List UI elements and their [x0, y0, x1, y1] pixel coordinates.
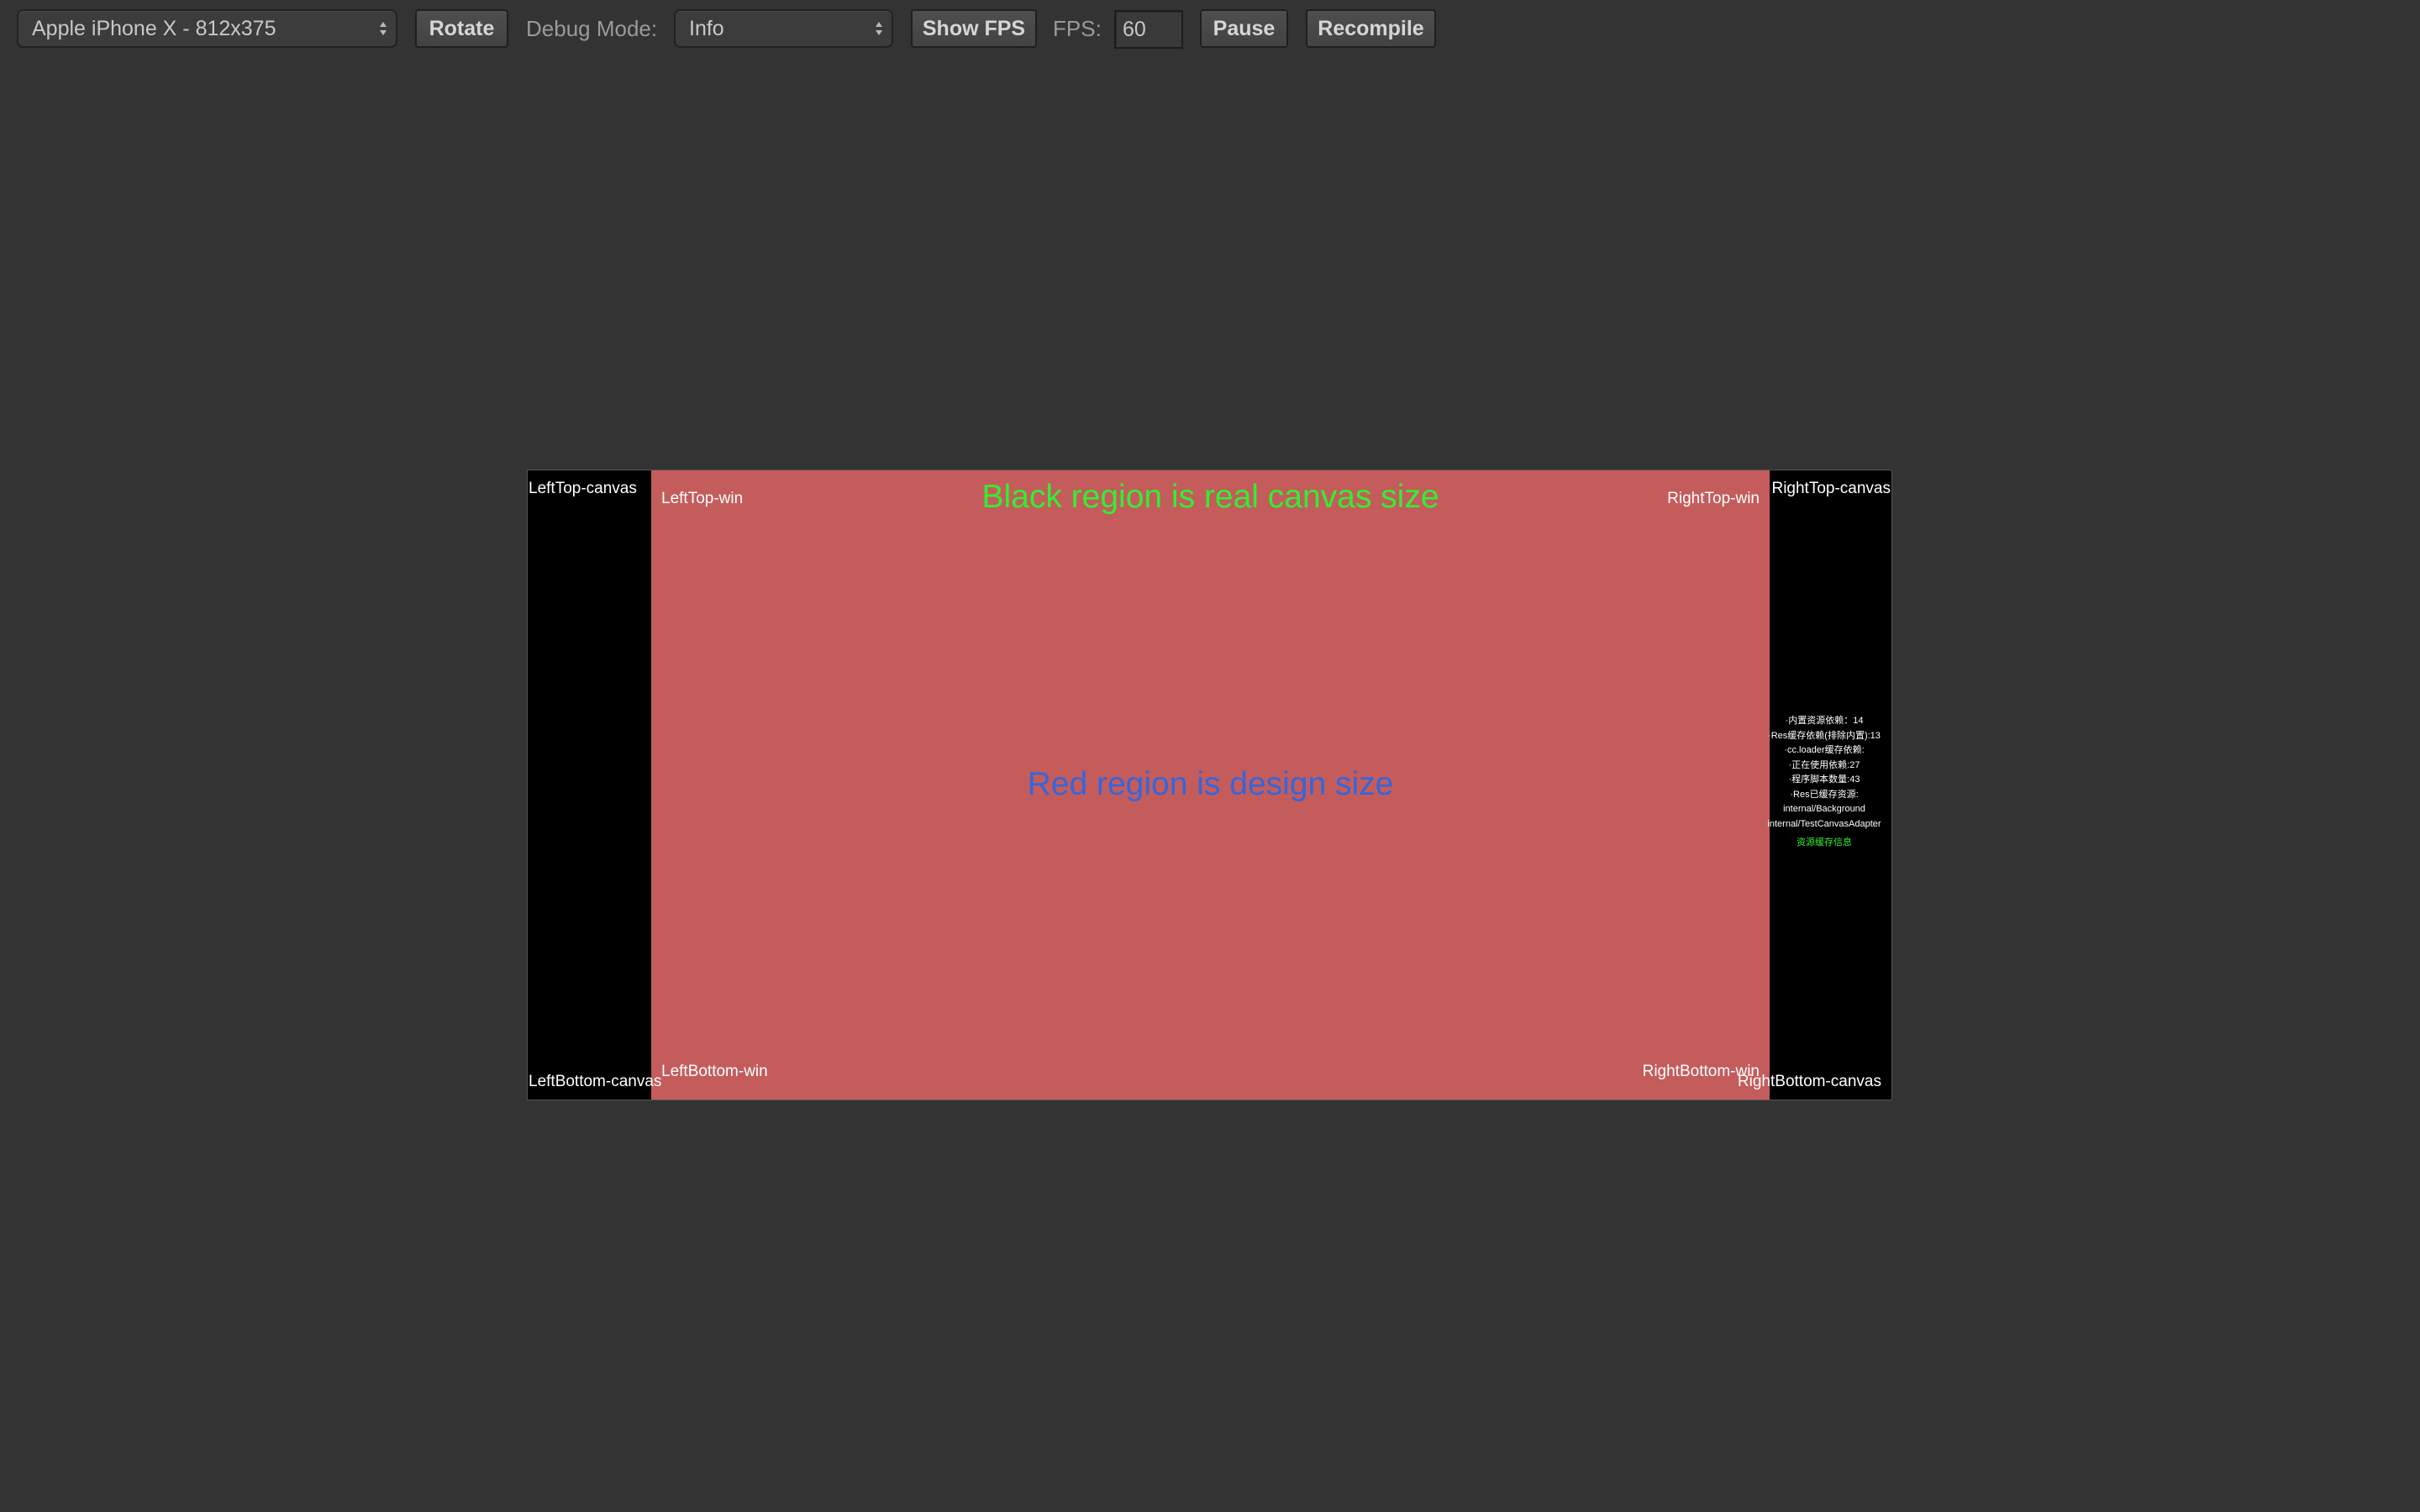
design-size-title: Red region is design size	[1027, 766, 1394, 802]
right-top-canvas-label: RightTop-canvas	[1771, 480, 1891, 497]
left-bottom-canvas-label: LeftBottom-canvas	[529, 1073, 662, 1090]
select-arrows-icon	[377, 18, 389, 39]
debug-info-line: ·正在使用依赖:27	[1788, 759, 1860, 770]
recompile-button[interactable]: Recompile	[1306, 9, 1436, 48]
debug-info-line: ·Res缓存依赖(排除内置):13	[1768, 730, 1881, 741]
left-top-win-label: LeftTop-win	[661, 490, 744, 507]
debug-info-panel: ·内置资源依赖：14 ·Res缓存依赖(排除内置):13 ·cc.loader缓…	[1753, 714, 1891, 851]
fps-label: FPS:	[1053, 16, 1102, 41]
pause-button[interactable]: Pause	[1200, 9, 1288, 48]
left-bottom-win-label: LeftBottom-win	[661, 1063, 768, 1080]
device-select-value: Apple iPhone X - 812x375	[32, 17, 276, 40]
design-region: Black region is real canvas size Red reg…	[651, 470, 1770, 1100]
rotate-button[interactable]: Rotate	[415, 9, 508, 48]
debug-info-line: internal/TestCanvasAdapter	[1767, 818, 1881, 829]
resource-cache-info-button[interactable]: 资源缓存信息	[1753, 836, 1891, 851]
left-top-canvas-label: LeftTop-canvas	[529, 480, 637, 497]
debug-mode-value: Info	[689, 17, 724, 40]
select-arrows-icon	[873, 18, 885, 39]
game-canvas[interactable]: Black region is real canvas size Red reg…	[527, 470, 1892, 1100]
right-top-win-label: RightTop-win	[1667, 490, 1760, 507]
real-canvas-title: Black region is real canvas size	[981, 479, 1439, 515]
debug-mode-label: Debug Mode:	[526, 16, 658, 41]
debug-mode-select[interactable]: Info	[674, 9, 893, 48]
debug-info-line: internal/Background	[1783, 804, 1865, 814]
debug-info-line: ·cc.loader缓存依赖:	[1784, 745, 1865, 755]
debug-info-line: ·程序脚本数量:43	[1788, 774, 1860, 785]
show-fps-button[interactable]: Show FPS	[911, 9, 1037, 48]
device-select[interactable]: Apple iPhone X - 812x375	[17, 9, 397, 48]
debug-info-line: ·Res已缓存资源:	[1790, 789, 1859, 800]
debug-info-line: ·内置资源依赖：14	[1785, 716, 1864, 726]
fps-input[interactable]: 60	[1114, 10, 1183, 49]
toolbar: Apple iPhone X - 812x375 Rotate Debug Mo…	[0, 0, 2420, 59]
right-bottom-canvas-label: RightBottom-canvas	[1737, 1073, 1881, 1090]
